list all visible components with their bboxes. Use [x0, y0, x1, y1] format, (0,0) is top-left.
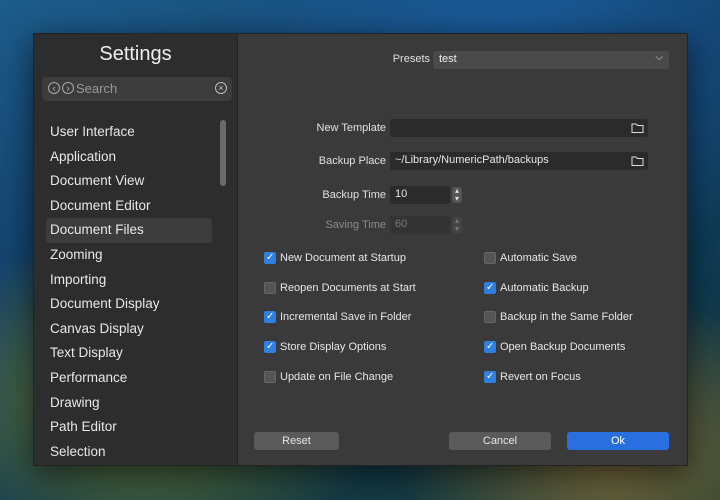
sidebar-item-document-view[interactable]: Document View [46, 169, 212, 194]
sidebar-scroll-thumb[interactable] [220, 120, 226, 186]
checkbox-checked[interactable]: ✓ [264, 311, 276, 323]
presets-label: Presets [392, 53, 430, 65]
sidebar-item-document-files[interactable]: Document Files [46, 218, 212, 243]
checkbox-unchecked[interactable] [484, 252, 496, 264]
sidebar: Settings ‹ › Search × User Interface App… [34, 34, 238, 465]
backup-time-stepper[interactable]: ▴ ▾ [452, 187, 462, 203]
sidebar-item-importing[interactable]: Importing [46, 268, 212, 293]
clear-search-icon[interactable]: × [215, 82, 227, 94]
checkbox-label: Reopen Documents at Start [280, 282, 416, 294]
folder-icon[interactable] [631, 155, 644, 167]
backup-time-label: Backup Time [322, 189, 386, 201]
checkbox-label: New Document at Startup [280, 252, 406, 264]
folder-icon[interactable] [631, 122, 644, 134]
settings-window: Settings ‹ › Search × User Interface App… [33, 33, 688, 466]
sidebar-item-drawing[interactable]: Drawing [46, 391, 212, 416]
forward-icon[interactable]: › [62, 82, 74, 94]
sidebar-item-document-editor[interactable]: Document Editor [46, 194, 212, 219]
sidebar-item-canvas-display[interactable]: Canvas Display [46, 317, 212, 342]
checkbox-label: Store Display Options [280, 341, 387, 353]
checkbox-unchecked[interactable] [484, 311, 496, 323]
checkbox-unchecked[interactable] [264, 282, 276, 294]
checkbox-checked[interactable]: ✓ [264, 252, 276, 264]
backup-time-value: 10 [395, 188, 408, 200]
settings-title: Settings [99, 43, 172, 65]
sidebar-item-selection[interactable]: Selection [46, 440, 212, 465]
backup-place-value: ~/Library/NumericPath/backups [395, 154, 549, 166]
new-template-label: New Template [316, 122, 387, 134]
saving-time-field: 60 [390, 216, 450, 234]
sidebar-item-text-display[interactable]: Text Display [46, 341, 212, 366]
sidebar-item-performance[interactable]: Performance [46, 366, 212, 391]
checkbox-checked[interactable]: ✓ [484, 371, 496, 383]
sidebar-item-application[interactable]: Application [46, 145, 212, 170]
backup-time-field[interactable]: 10 [390, 186, 450, 204]
checkbox-unchecked[interactable] [264, 371, 276, 383]
checkbox-label: Revert on Focus [500, 371, 581, 383]
checkbox-label: Backup in the Same Folder [500, 311, 633, 323]
checkbox-checked[interactable]: ✓ [264, 341, 276, 353]
checkbox-label: Update on File Change [280, 371, 394, 383]
search-bar[interactable]: ‹ › Search × [42, 77, 232, 101]
settings-panel: Presets test ⌵ New Template Backup Place… [238, 34, 687, 465]
backup-place-field[interactable]: ~/Library/NumericPath/backups [390, 152, 648, 170]
saving-time-value: 60 [395, 218, 408, 230]
sidebar-item-user-interface[interactable]: User Interface [46, 120, 212, 145]
checkbox-label: Open Backup Documents [500, 341, 626, 353]
new-template-field[interactable] [390, 119, 648, 137]
checkbox-label: Automatic Save [500, 252, 578, 264]
saving-time-label: Saving Time [325, 219, 386, 231]
presets-select[interactable]: test ⌵ [433, 51, 669, 69]
search-input[interactable]: Search [76, 81, 117, 96]
checkbox-label: Incremental Save in Folder [280, 311, 412, 323]
presets-value: test [439, 53, 457, 65]
sidebar-item-document-display[interactable]: Document Display [46, 292, 212, 317]
sidebar-scrollbar[interactable] [220, 120, 226, 460]
back-icon[interactable]: ‹ [48, 82, 60, 94]
chevron-down-icon: ⌵ [655, 52, 663, 63]
saving-time-stepper: ▴ ▾ [452, 217, 462, 233]
sidebar-item-zooming[interactable]: Zooming [46, 243, 212, 268]
checkbox-checked[interactable]: ✓ [484, 282, 496, 294]
cancel-button[interactable]: Cancel [449, 432, 551, 450]
ok-button[interactable]: Ok [567, 432, 669, 450]
reset-button[interactable]: Reset [254, 432, 339, 450]
sidebar-item-path-editor[interactable]: Path Editor [46, 415, 212, 440]
checkbox-label: Automatic Backup [500, 282, 589, 294]
checkbox-checked[interactable]: ✓ [484, 341, 496, 353]
settings-category-list: User Interface Application Document View… [34, 120, 237, 464]
backup-place-label: Backup Place [318, 155, 386, 167]
